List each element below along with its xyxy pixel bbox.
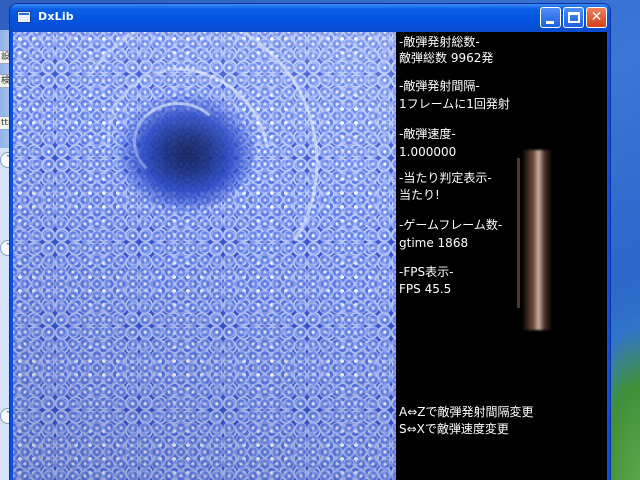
close-icon: ✕ bbox=[590, 9, 603, 25]
bullet-speed-value: 1.000000 bbox=[399, 145, 457, 159]
title-bar[interactable]: DxLib ✕ bbox=[10, 4, 610, 32]
speed-control-hint: S⇔Xで敵弾速度変更 bbox=[399, 422, 509, 436]
frame-count-heading: -ゲームフレーム数- bbox=[399, 218, 503, 232]
app-icon[interactable] bbox=[17, 11, 31, 23]
fire-interval-heading: -敵弾発射間隔- bbox=[399, 79, 480, 93]
fire-interval-value: 1フレームに1回発射 bbox=[399, 97, 510, 111]
bullet-speed-heading: -敵弾速度- bbox=[399, 127, 456, 141]
total-shots-value: 敵弾総数 9962発 bbox=[399, 51, 494, 65]
maximize-icon bbox=[568, 12, 580, 23]
total-shots-heading: -敵弾発射総数- bbox=[399, 35, 480, 49]
fps-heading: -FPS表示- bbox=[399, 265, 454, 279]
minimize-button[interactable] bbox=[540, 7, 561, 28]
app-window: DxLib ✕ -敵弾発射総数- 敵弾総数 9962発 -敵弾発射間隔- 1フレ… bbox=[10, 4, 610, 480]
window-reflection bbox=[517, 158, 520, 308]
screen-glare bbox=[13, 32, 396, 480]
frame-count-value: gtime 1868 bbox=[399, 236, 469, 250]
interval-control-hint: A⇔Zで敵弾発射間隔変更 bbox=[399, 405, 534, 419]
game-field[interactable] bbox=[13, 32, 396, 480]
fps-value: FPS 45.5 bbox=[399, 282, 452, 296]
hit-display-value: 当たり! bbox=[399, 188, 440, 202]
close-button[interactable]: ✕ bbox=[586, 7, 607, 28]
window-reflection bbox=[522, 150, 552, 330]
hit-display-heading: -当たり判定表示- bbox=[399, 171, 492, 185]
maximize-button[interactable] bbox=[563, 7, 584, 28]
window-title: DxLib bbox=[38, 10, 74, 23]
status-panel: -敵弾発射総数- 敵弾総数 9962発 -敵弾発射間隔- 1フレームに1回発射 … bbox=[397, 32, 607, 480]
minimize-icon bbox=[546, 21, 554, 24]
